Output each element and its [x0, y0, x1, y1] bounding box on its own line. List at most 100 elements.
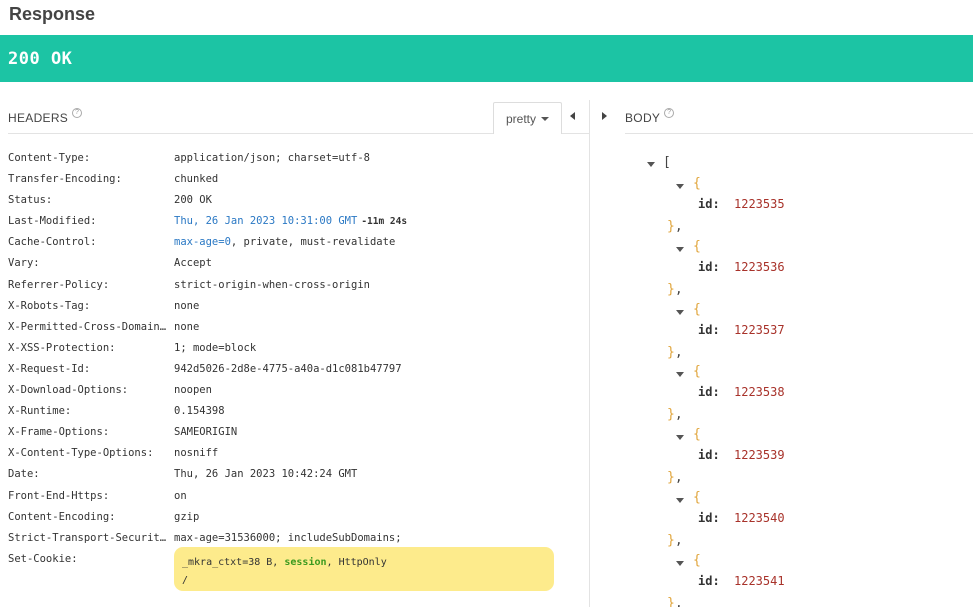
header-name: Front-End-Https:	[8, 489, 110, 502]
header-row: Content-Type: application/json; charset=u…	[8, 152, 578, 173]
header-value: gzip	[174, 510, 200, 523]
header-value: 942d5026-2d8e-4775-a40a-d1c081b47797	[174, 362, 402, 375]
expand-toggle-icon[interactable]	[676, 498, 684, 503]
json-key: id:	[698, 448, 720, 463]
body-pane-header: BODY?	[625, 102, 973, 134]
headers-label: HEADERS?	[8, 108, 83, 125]
json-close-brace-char: }	[667, 470, 675, 486]
body-label: BODY?	[625, 108, 675, 125]
expand-toggle-icon[interactable]	[676, 435, 684, 441]
json-comma: ,	[674, 533, 683, 548]
header-value: SAMEORIGIN	[174, 426, 238, 439]
json-number-value: 1223541	[734, 573, 785, 588]
header-value: none	[174, 299, 200, 312]
expand-toggle-icon[interactable]	[676, 309, 684, 315]
collapse-right-icon[interactable]	[602, 112, 607, 120]
json-comma: ,	[674, 595, 683, 607]
header-row: Transfer-Encoding: chunked	[8, 173, 578, 194]
header-name: X-Robots-Tag:	[8, 299, 91, 312]
json-number-value: 1223537	[734, 322, 785, 337]
status-bar: 200 OK	[0, 35, 973, 82]
json-key: id:	[698, 511, 720, 525]
response-title: Response	[9, 4, 96, 24]
header-name: Referrer-Policy:	[8, 278, 110, 291]
format-select-label: pretty	[506, 111, 537, 126]
header-value: chunked	[174, 173, 219, 186]
header-value-text: , private, must-revalidate	[230, 236, 396, 249]
header-row: X-Frame-Options: SAMEORIGIN	[8, 426, 578, 447]
cookie-line: _mkra_ctxt=38 B, session, HttpOnly	[182, 554, 554, 572]
header-row: Date: Thu, 26 Jan 2023 10:42:24 GMT	[8, 468, 578, 489]
cookie-flag: HttpOnly	[338, 556, 387, 568]
json-close-brace-char: }	[667, 344, 675, 360]
header-value: Thu, 26 Jan 2023 10:31:00 GMT -11m 24s	[174, 215, 407, 228]
header-row: Referrer-Policy: strict-origin-when-cross…	[8, 279, 578, 300]
header-row: Front-End-Https: on	[8, 490, 578, 511]
header-row: X-Runtime: 0.154398	[8, 405, 578, 426]
header-row: Last-Modified: Thu, 26 Jan 2023 10:31:00 …	[8, 215, 578, 236]
help-icon[interactable]: ?	[72, 108, 83, 118]
header-row: X-Robots-Tag: none	[8, 300, 578, 321]
json-close-brace: },	[667, 470, 683, 485]
expand-toggle-icon[interactable]	[676, 184, 684, 189]
collapse-left-icon[interactable]	[570, 112, 575, 120]
expand-toggle-icon[interactable]	[676, 372, 684, 378]
header-value-relative-time: -11m 24s	[361, 216, 408, 228]
cookie-value[interactable]: _mkra_ctxt=38 B, session, HttpOnly /	[174, 546, 554, 591]
json-close-brace-char: }	[667, 595, 675, 607]
header-row: Cache-Control: max-age=0, private, must-r…	[8, 236, 578, 257]
header-value: 0.154398	[174, 405, 225, 418]
header-name: Vary:	[8, 257, 40, 270]
json-open-brace: {	[693, 427, 701, 443]
body-label-text: BODY	[625, 111, 661, 125]
header-row: Vary: Accept	[8, 257, 578, 278]
json-close-brace-char: }	[667, 533, 675, 548]
header-name: Transfer-Encoding:	[8, 173, 122, 186]
header-value: max-age=31536000; includeSubDomains;	[174, 531, 402, 544]
header-row: X-XSS-Protection: 1; mode=block	[8, 342, 578, 363]
header-value-link[interactable]: max-age=0	[174, 236, 231, 248]
json-close-brace-char: }	[667, 281, 675, 297]
header-name: Cache-Control:	[8, 236, 97, 249]
header-name: Last-Modified:	[8, 215, 97, 228]
json-close-brace: },	[667, 282, 683, 297]
header-name: X-Frame-Options:	[8, 426, 110, 439]
header-row: X-Download-Options: noopen	[8, 384, 578, 405]
header-name: X-XSS-Protection:	[8, 341, 116, 354]
json-number-value: 1223535	[734, 197, 785, 211]
json-comma: ,	[674, 470, 683, 486]
json-number-value: 1223536	[734, 259, 785, 274]
json-close-brace: },	[667, 407, 683, 422]
headers-label-text: HEADERS	[8, 111, 69, 125]
json-comma: ,	[674, 344, 683, 360]
header-name: Date:	[8, 468, 40, 481]
json-close-brace: },	[667, 596, 683, 607]
json-open-brace: {	[693, 176, 701, 191]
header-value: noopen	[174, 384, 212, 397]
headers-pane-header: HEADERS? pretty	[8, 102, 590, 134]
header-value: max-age=0, private, must-revalidate	[174, 236, 395, 248]
format-select-button[interactable]: pretty	[493, 102, 562, 134]
cookie-session: session	[284, 556, 327, 568]
json-close-brace: },	[667, 345, 683, 360]
json-close-brace: },	[667, 219, 683, 234]
expand-toggle-icon[interactable]	[676, 246, 684, 252]
expand-toggle-icon[interactable]	[676, 560, 684, 566]
json-comma: ,	[674, 407, 683, 423]
header-name: X-Permitted-Cross-Domain-Policies:	[8, 320, 171, 333]
header-value: on	[174, 489, 187, 502]
header-name: Content-Type:	[8, 152, 91, 164]
header-value: 1; mode=block	[174, 341, 257, 354]
expand-toggle-icon[interactable]	[647, 162, 655, 167]
cookie-sep: ,	[326, 556, 339, 568]
header-name: Set-Cookie:	[8, 552, 78, 565]
json-open-brace: {	[693, 552, 701, 568]
json-key: id:	[698, 322, 720, 337]
json-open-brace: {	[693, 490, 701, 505]
cookie-prefix: _mkra_ctxt=38 B,	[182, 556, 285, 568]
headers-pane: HEADERS? pretty Content-Type: application…	[0, 82, 590, 607]
header-row: X-Request-Id: 942d5026-2d8e-4775-a40a-d1c…	[8, 363, 578, 384]
header-value: strict-origin-when-cross-origin	[174, 278, 370, 291]
json-number-value: 1223540	[734, 511, 785, 525]
help-icon[interactable]: ?	[664, 108, 675, 118]
